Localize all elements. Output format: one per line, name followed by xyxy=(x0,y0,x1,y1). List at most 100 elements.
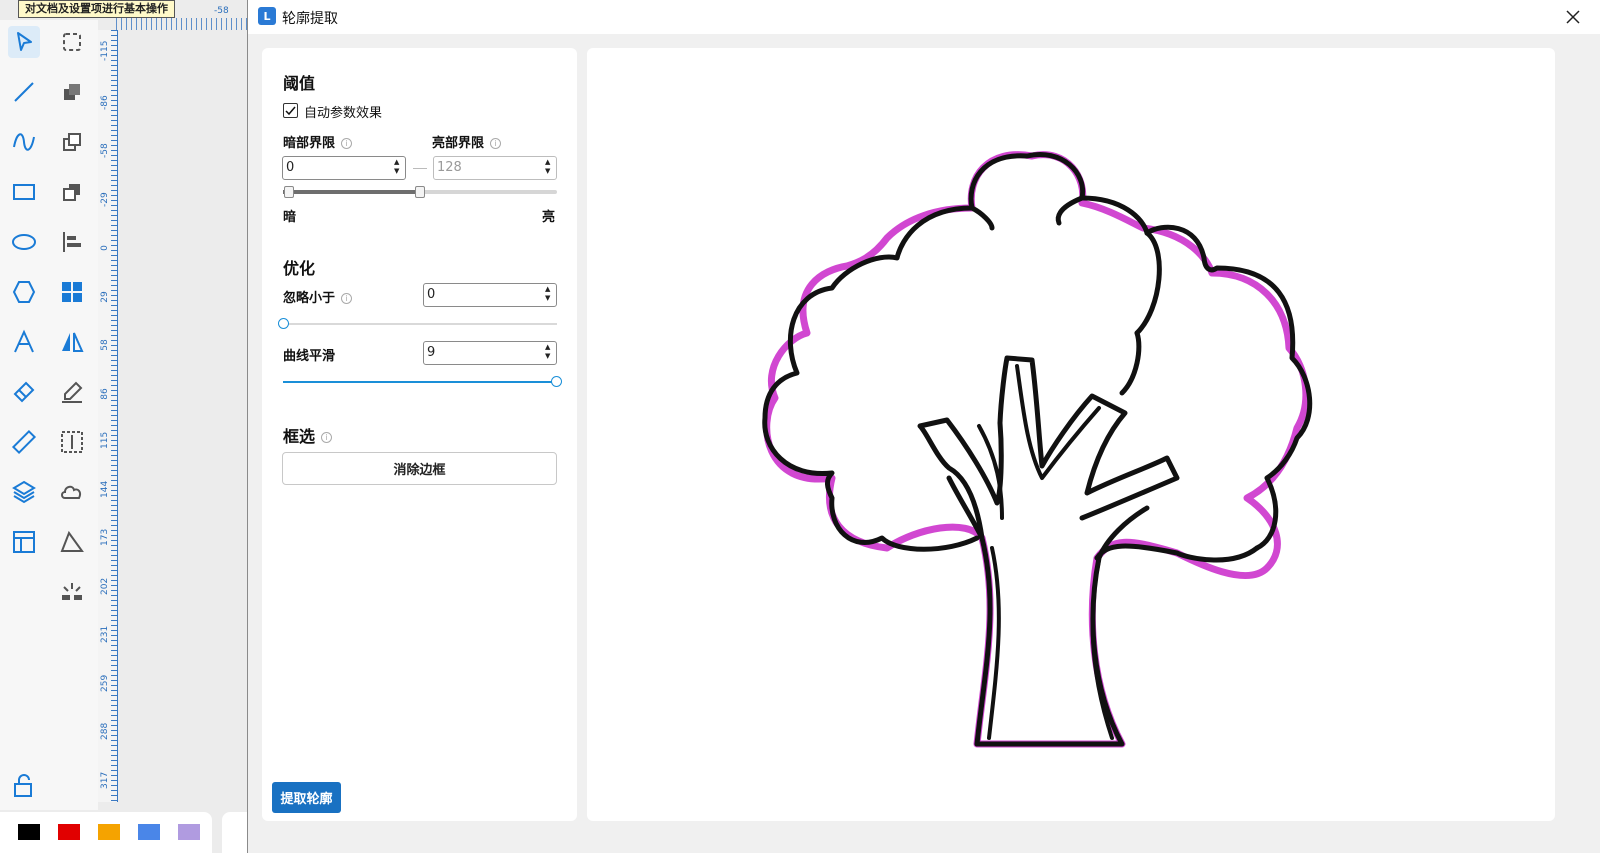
ruler-icon[interactable] xyxy=(8,426,40,458)
select-arrow-icon[interactable] xyxy=(8,26,40,58)
frame-select-row: 框选 i xyxy=(283,423,333,447)
info-icon[interactable]: i xyxy=(341,293,353,304)
ignore-slider[interactable] xyxy=(283,323,557,325)
top-ruler-label: -58 xyxy=(214,6,229,16)
shape-combine-icon[interactable] xyxy=(56,76,88,108)
threshold-range-fill xyxy=(283,190,420,194)
smooth-value: 9 xyxy=(427,345,436,360)
spin-arrows-icon[interactable]: ▲ ▼ xyxy=(394,158,402,178)
title-bar: L 轮廓提取 xyxy=(248,0,1600,34)
dark-limit-value: 0 xyxy=(286,160,295,175)
layer-back-icon[interactable] xyxy=(56,176,88,208)
ignore-input[interactable]: 0 ▲ ▼ xyxy=(423,283,557,307)
cloud-icon[interactable] xyxy=(56,476,88,508)
color-swatch[interactable] xyxy=(98,824,120,840)
trace-icon[interactable] xyxy=(56,526,88,558)
remove-border-button[interactable]: 消除边框 xyxy=(282,452,557,485)
dark-limit-input[interactable]: 0 ▲ ▼ xyxy=(282,156,406,180)
tree-contour-image xyxy=(762,151,1313,748)
line-icon[interactable] xyxy=(8,76,40,108)
info-icon[interactable]: i xyxy=(490,138,502,149)
bright-limit-value: 128 xyxy=(437,160,462,175)
ignore-row: 忽略小于 i xyxy=(283,287,353,306)
app-icon: L xyxy=(258,7,276,25)
ignore-label: 忽略小于 xyxy=(283,291,336,306)
range-dash xyxy=(413,168,427,169)
bright-limit-row: 亮部界限 i xyxy=(432,132,502,151)
tool-palette xyxy=(0,20,98,810)
frame-select-title: 框选 xyxy=(283,427,316,446)
spark-icon[interactable] xyxy=(56,576,88,608)
dark-limit-label: 暗部界限 xyxy=(283,136,336,151)
color-swatch[interactable] xyxy=(18,824,40,840)
preview-area xyxy=(587,48,1555,821)
threshold-title: 阈值 xyxy=(283,74,316,93)
smooth-label: 曲线平滑 xyxy=(283,349,336,364)
dark-limit-row: 暗部界限 i xyxy=(283,132,353,151)
spin-arrows-icon[interactable]: ▲ ▼ xyxy=(545,285,553,305)
auto-checkbox[interactable] xyxy=(283,103,298,118)
color-swatch[interactable] xyxy=(138,824,160,840)
spin-arrows-icon[interactable]: ▲ ▼ xyxy=(545,343,553,363)
tooltip: 对文档及设置项进行基本操作 xyxy=(18,0,175,18)
smooth-input[interactable]: 9 ▲ ▼ xyxy=(423,341,557,365)
left-ruler: -115 -86 -58 -29 0 29 58 86 115 144 173 202 231 259 28… xyxy=(98,30,118,802)
ruler-label: -115 xyxy=(100,40,110,61)
bright-end-label: 亮 xyxy=(542,210,556,225)
layer-front-icon[interactable] xyxy=(56,126,88,158)
bright-limit-input[interactable]: 128 ▲ ▼ xyxy=(433,156,557,180)
text-icon[interactable] xyxy=(8,326,40,358)
auto-label: 自动参数效果 xyxy=(304,106,383,121)
smooth-slider-knob[interactable] xyxy=(551,376,562,387)
dark-limit-handle[interactable] xyxy=(284,186,294,198)
optimize-title: 优化 xyxy=(283,259,316,278)
dialog-title: 轮廓提取 xyxy=(282,11,338,27)
contour-dialog: L 轮廓提取 阈值 自动参数效果 暗部界限 i 亮部界限 i 0 ▲ ▼ 128 ▲ ▼ xyxy=(248,0,1600,853)
ellipse-icon[interactable] xyxy=(8,226,40,258)
ruler-label: -58 xyxy=(100,143,110,158)
dark-end-label: 暗 xyxy=(283,210,297,225)
curve-icon[interactable] xyxy=(8,126,40,158)
crop-frame-icon[interactable] xyxy=(56,26,88,58)
ruler-label: -86 xyxy=(100,94,110,110)
rectangle-icon[interactable] xyxy=(8,176,40,208)
hexagon-icon[interactable] xyxy=(8,276,40,308)
ignore-value: 0 xyxy=(427,287,436,302)
grid-icon[interactable] xyxy=(56,276,88,308)
ignore-slider-knob[interactable] xyxy=(278,318,289,329)
spin-arrows-icon[interactable]: ▲ ▼ xyxy=(545,158,553,178)
layout-icon[interactable] xyxy=(8,526,40,558)
top-ruler xyxy=(116,18,252,30)
ruler-label: 202 xyxy=(100,577,110,595)
info-icon[interactable]: i xyxy=(341,138,353,149)
eraser-icon[interactable] xyxy=(8,376,40,408)
ruler-label: 317 xyxy=(100,771,110,789)
distribute-icon[interactable] xyxy=(56,426,88,458)
bright-limit-handle[interactable] xyxy=(415,186,425,198)
mirror-icon[interactable] xyxy=(56,326,88,358)
ruler-label: 288 xyxy=(100,722,110,740)
close-icon[interactable] xyxy=(1562,6,1584,28)
info-icon[interactable]: i xyxy=(321,432,333,443)
ruler-label: 231 xyxy=(100,625,110,643)
align-left-icon[interactable] xyxy=(56,226,88,258)
smooth-slider-fill xyxy=(283,381,557,383)
bright-limit-label: 亮部界限 xyxy=(432,136,485,151)
ruler-label: -29 xyxy=(100,191,110,207)
ruler-label: 86 xyxy=(100,387,110,400)
ruler-label: 115 xyxy=(100,431,110,449)
color-swatch[interactable] xyxy=(178,824,200,840)
ruler-ticks xyxy=(111,30,117,802)
ruler-label: 173 xyxy=(100,528,110,546)
ruler-label: 29 xyxy=(100,290,110,303)
layers-icon[interactable] xyxy=(8,476,40,508)
ruler-label: 259 xyxy=(100,674,110,692)
ruler-label: 58 xyxy=(100,339,110,351)
pen-edit-icon[interactable] xyxy=(56,376,88,408)
ruler-label: 144 xyxy=(100,480,110,498)
settings-panel: 阈值 自动参数效果 暗部界限 i 亮部界限 i 0 ▲ ▼ 128 ▲ ▼ 暗 亮 优化… xyxy=(262,48,577,821)
extract-contour-button[interactable]: 提取轮廓 xyxy=(272,782,341,813)
ruler-label: 0 xyxy=(100,245,110,251)
lock-icon[interactable] xyxy=(8,770,40,802)
color-swatch[interactable] xyxy=(58,824,80,840)
